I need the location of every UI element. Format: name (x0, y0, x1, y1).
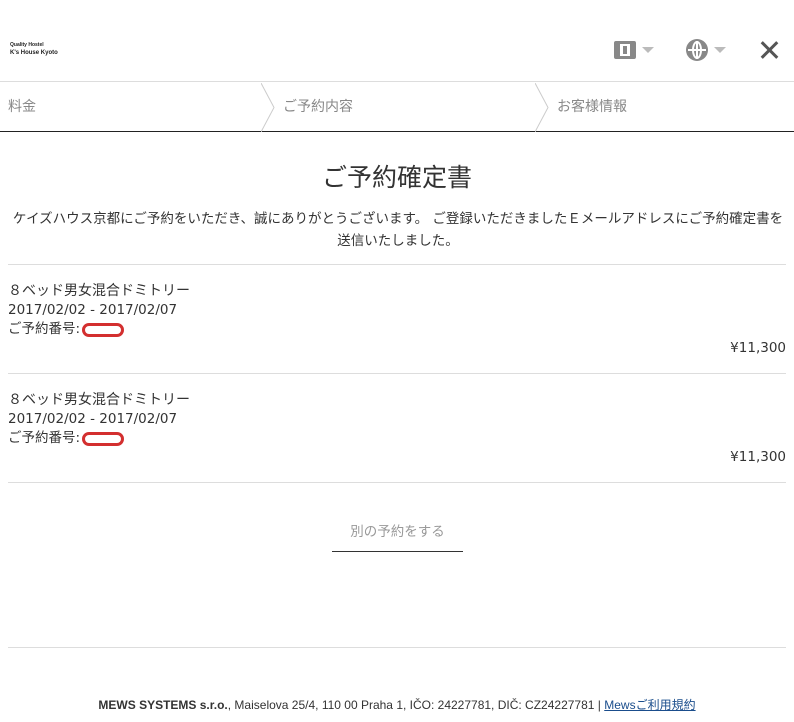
footer-address: , Maiselova 25/4, 110 00 Praha 1, IČO: 2… (227, 698, 605, 712)
footer-company: MEWS SYSTEMS s.r.o. (98, 698, 228, 712)
page-title: ご予約確定書 (321, 163, 472, 192)
divider (8, 647, 786, 648)
logo-line-1: Quality Hostel (10, 42, 44, 48)
footer: MEWS SYSTEMS s.r.o., Maiselova 25/4, 110… (0, 696, 794, 713)
room-name: ８ベッド男女混合ドミトリー (8, 392, 190, 408)
reservation-number-label: ご予約番号: (8, 430, 81, 446)
reservation-number: ご予約番号: (8, 320, 786, 339)
price: ¥11,300 (730, 340, 786, 356)
step-separator-icon (261, 83, 275, 132)
terms-link[interactable]: Mewsご利用規約 (604, 698, 695, 712)
divider (8, 264, 786, 265)
divider (8, 482, 786, 483)
reservation-item: ８ベッド男女混合ドミトリー 2017/02/02 - 2017/02/07 ご予… (8, 391, 786, 471)
hotel-logo[interactable]: Quality Hostel K's House Kyoto (10, 42, 58, 57)
room-name: ８ベッド男女混合ドミトリー (8, 283, 190, 299)
step-separator-icon (535, 83, 549, 132)
chevron-down-icon (642, 47, 654, 53)
globe-icon (686, 39, 708, 61)
stay-dates: 2017/02/02 - 2017/02/07 (8, 302, 178, 318)
step-rates[interactable]: 料金 (8, 83, 36, 132)
language-selector[interactable] (686, 38, 726, 62)
booking-steps: 料金 ご予約内容 お客様情報 (0, 83, 794, 132)
chevron-down-icon (714, 47, 726, 53)
reservation-item: ８ベッド男女混合ドミトリー 2017/02/02 - 2017/02/07 ご予… (8, 282, 786, 362)
header: Quality Hostel K's House Kyoto (0, 0, 794, 82)
another-reservation-button[interactable]: 別の予約をする (332, 520, 463, 552)
currency-selector[interactable] (614, 38, 654, 62)
stay-dates: 2017/02/02 - 2017/02/07 (8, 411, 178, 427)
close-icon[interactable] (759, 40, 779, 60)
reservation-number-label: ご予約番号: (8, 321, 81, 337)
logo-line-2: K's House Kyoto (10, 50, 58, 56)
redaction-mark (82, 431, 125, 446)
divider (8, 373, 786, 374)
redaction-mark (82, 322, 125, 337)
step-reservation-details[interactable]: ご予約内容 (283, 83, 353, 132)
reservation-number: ご予約番号: (8, 429, 786, 448)
confirmation-message: ケイズハウス京都にご予約をいただき、誠にありがとうございます。 ご登録いただきま… (12, 211, 784, 249)
price: ¥11,300 (730, 449, 786, 465)
step-guest-info[interactable]: お客様情報 (557, 83, 627, 132)
currency-icon (614, 41, 636, 59)
